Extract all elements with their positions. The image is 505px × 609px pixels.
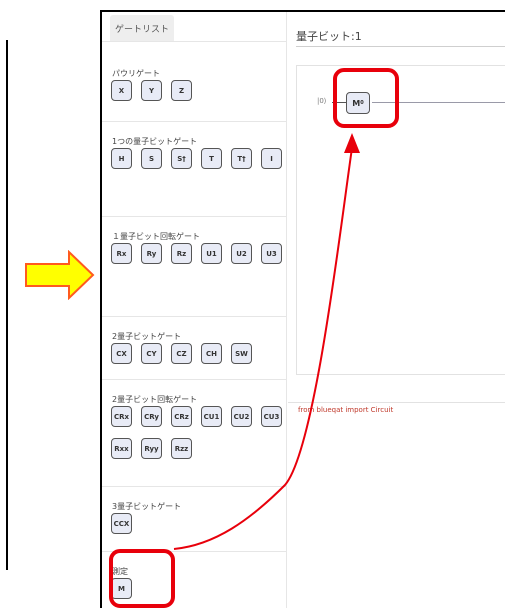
right-arrow-icon bbox=[25, 250, 95, 300]
gate-button[interactable]: Ryy bbox=[141, 438, 162, 459]
gate-button[interactable]: Rzz bbox=[171, 438, 192, 459]
gate-button[interactable]: CU3 bbox=[261, 406, 282, 427]
gate-button[interactable]: T bbox=[201, 148, 222, 169]
gate-button[interactable]: U1 bbox=[201, 243, 222, 264]
tab-divider bbox=[102, 41, 287, 42]
gate-button[interactable]: Z bbox=[171, 80, 192, 101]
gate-list-panel: ゲートリスト パウリゲート X Y Z 1つの量子ビットゲート H S S† T T† I １量子ビッ… bbox=[102, 12, 287, 608]
gate-section-title: 3量子ビットゲート bbox=[112, 502, 182, 511]
gate-section-title: 2量子ビット回転ゲート bbox=[112, 395, 198, 404]
app-window: ゲートリスト パウリゲート X Y Z 1つの量子ビットゲート H S S† T T† I １量子ビッ… bbox=[100, 10, 505, 608]
gate-button[interactable]: Ry bbox=[141, 243, 162, 264]
circuit-canvas[interactable]: |0⟩ M0 bbox=[296, 65, 505, 375]
qubit-wire-left bbox=[332, 102, 346, 103]
gate-button[interactable]: SW bbox=[231, 343, 252, 364]
gate-button-group: CX CY CZ CH SW bbox=[111, 343, 283, 364]
gate-button[interactable]: CU1 bbox=[201, 406, 222, 427]
gate-button[interactable]: CX bbox=[111, 343, 132, 364]
gate-section-0: パウリゲート X Y Z bbox=[102, 54, 287, 122]
gate-button[interactable]: CH bbox=[201, 343, 222, 364]
gate-section-6: 測定 M bbox=[102, 552, 287, 608]
qubit-label-underline bbox=[296, 46, 505, 47]
gate-button[interactable]: X bbox=[111, 80, 132, 101]
circuit-editor: 量子ビット:1 |0⟩ M0 from blueqat import Circu… bbox=[288, 12, 505, 608]
gate-button-group: Rx Ry Rz U1 U2 U3 bbox=[111, 243, 283, 264]
gate-button[interactable]: I bbox=[261, 148, 282, 169]
placed-gate-label: M bbox=[352, 98, 361, 108]
gate-button[interactable]: CCX bbox=[111, 513, 132, 534]
gate-button[interactable]: T† bbox=[231, 148, 252, 169]
gate-button[interactable]: Rz bbox=[171, 243, 192, 264]
placed-gate-subscript: 0 bbox=[360, 100, 364, 106]
gate-button[interactable]: S† bbox=[171, 148, 192, 169]
gate-button[interactable]: U2 bbox=[231, 243, 252, 264]
gate-button[interactable]: Y bbox=[141, 80, 162, 101]
gate-button[interactable]: CU2 bbox=[231, 406, 252, 427]
gate-section-1: 1つの量子ビットゲート H S S† T T† I bbox=[102, 122, 287, 217]
gate-button[interactable]: M bbox=[111, 578, 132, 599]
gate-button[interactable]: CRy bbox=[141, 406, 162, 427]
gate-button[interactable]: U3 bbox=[261, 243, 282, 264]
placed-measure-gate[interactable]: M0 bbox=[346, 92, 370, 114]
code-divider bbox=[288, 402, 505, 403]
left-divider-line bbox=[6, 40, 8, 570]
gate-button[interactable]: Rx bbox=[111, 243, 132, 264]
gate-button-group: CCX bbox=[111, 513, 283, 534]
gate-button-group: XYZ bbox=[111, 80, 283, 101]
gate-button[interactable]: CY bbox=[141, 343, 162, 364]
gate-section-2: １量子ビット回転ゲート Rx Ry Rz U1 U2 U3 bbox=[102, 217, 287, 317]
gate-button-group: H S S† T T† I bbox=[111, 148, 283, 169]
gate-button[interactable]: S bbox=[141, 148, 162, 169]
gate-button[interactable]: CRx bbox=[111, 406, 132, 427]
gate-button[interactable]: CRz bbox=[171, 406, 192, 427]
gate-section-title: １量子ビット回転ゲート bbox=[112, 232, 200, 241]
tab-gate-list[interactable]: ゲートリスト bbox=[110, 15, 174, 41]
gate-section-4: 2量子ビット回転ゲート CRx CRy CRz CU1 CU2 CU3 Rxx Ryy Rzz bbox=[102, 380, 287, 487]
gate-section-3: 2量子ビットゲート CX CY CZ CH SW bbox=[102, 317, 287, 380]
gate-section-5: 3量子ビットゲート CCX bbox=[102, 487, 287, 552]
gate-button[interactable]: CZ bbox=[171, 343, 192, 364]
gate-button[interactable]: Rxx bbox=[111, 438, 132, 459]
ket-zero-label: |0⟩ bbox=[317, 97, 327, 105]
qubit-count-label: 量子ビット:1 bbox=[296, 30, 362, 43]
code-output: from blueqat import Circuit bbox=[298, 406, 394, 414]
gate-button-group: CRx CRy CRz CU1 CU2 CU3 Rxx Ryy Rzz bbox=[111, 406, 283, 459]
gate-section-title: 2量子ビットゲート bbox=[112, 332, 182, 341]
gate-section-title: 測定 bbox=[112, 567, 128, 576]
gate-section-title: パウリゲート bbox=[112, 69, 160, 78]
gate-button-group: M bbox=[111, 578, 283, 599]
qubit-wire-right bbox=[372, 102, 505, 103]
gate-button[interactable]: H bbox=[111, 148, 132, 169]
gate-section-title: 1つの量子ビットゲート bbox=[112, 137, 198, 146]
